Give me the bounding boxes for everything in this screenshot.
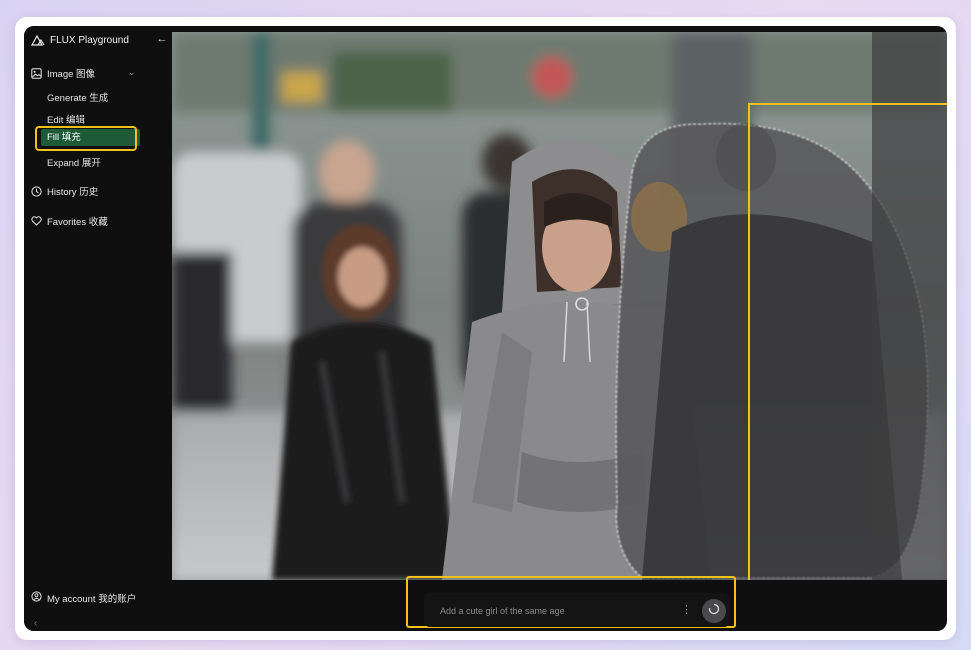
prompt-bar: Add a cute girl of the same age ⋮ [424, 593, 730, 627]
back-arrow-icon[interactable]: ← [156, 32, 168, 46]
fill-highlight-box [35, 126, 137, 151]
nav-history[interactable]: History 历史 [31, 184, 98, 198]
sub-item-edit[interactable]: Edit 编辑 [47, 112, 85, 126]
app-title: FLUX Playground [50, 34, 129, 46]
nav-history-label: History 历史 [47, 187, 99, 198]
brand: FLUX Playground [31, 32, 129, 48]
nav-account[interactable]: My account 我的账户 [31, 591, 136, 605]
image-canvas[interactable] [172, 32, 947, 580]
chevron-down-icon[interactable]: ⌄ [128, 67, 136, 78]
nav-favorites-label: Favorites 收藏 [47, 217, 108, 228]
app-window: FLUX Playground ← Image 图像 ⌄ Generate 生成… [24, 26, 947, 631]
user-circle-icon [31, 591, 42, 605]
logo-icon [31, 34, 45, 46]
image-icon [31, 67, 42, 79]
heart-icon [31, 216, 42, 226]
sub-item-expand[interactable]: Expand 展开 [47, 155, 101, 169]
nav-image-label: Image 图像 [47, 69, 96, 80]
sub-item-generate[interactable]: Generate 生成 [47, 90, 108, 104]
history-clock-icon [31, 185, 42, 197]
more-vertical-icon[interactable]: ⋮ [681, 603, 692, 616]
nav-favorites[interactable]: Favorites 收藏 [31, 214, 108, 228]
sidebar: FLUX Playground ← Image 图像 ⌄ Generate 生成… [24, 26, 172, 631]
send-spinner-icon [708, 602, 720, 620]
send-button[interactable] [702, 599, 726, 623]
fill-selection-rectangle[interactable] [748, 103, 947, 580]
chevron-left-icon[interactable]: ‹ [34, 618, 37, 629]
nav-image[interactable]: Image 图像 [31, 66, 95, 80]
nav-account-label: My account 我的账户 [47, 594, 137, 605]
prompt-input[interactable]: Add a cute girl of the same age [440, 606, 565, 616]
